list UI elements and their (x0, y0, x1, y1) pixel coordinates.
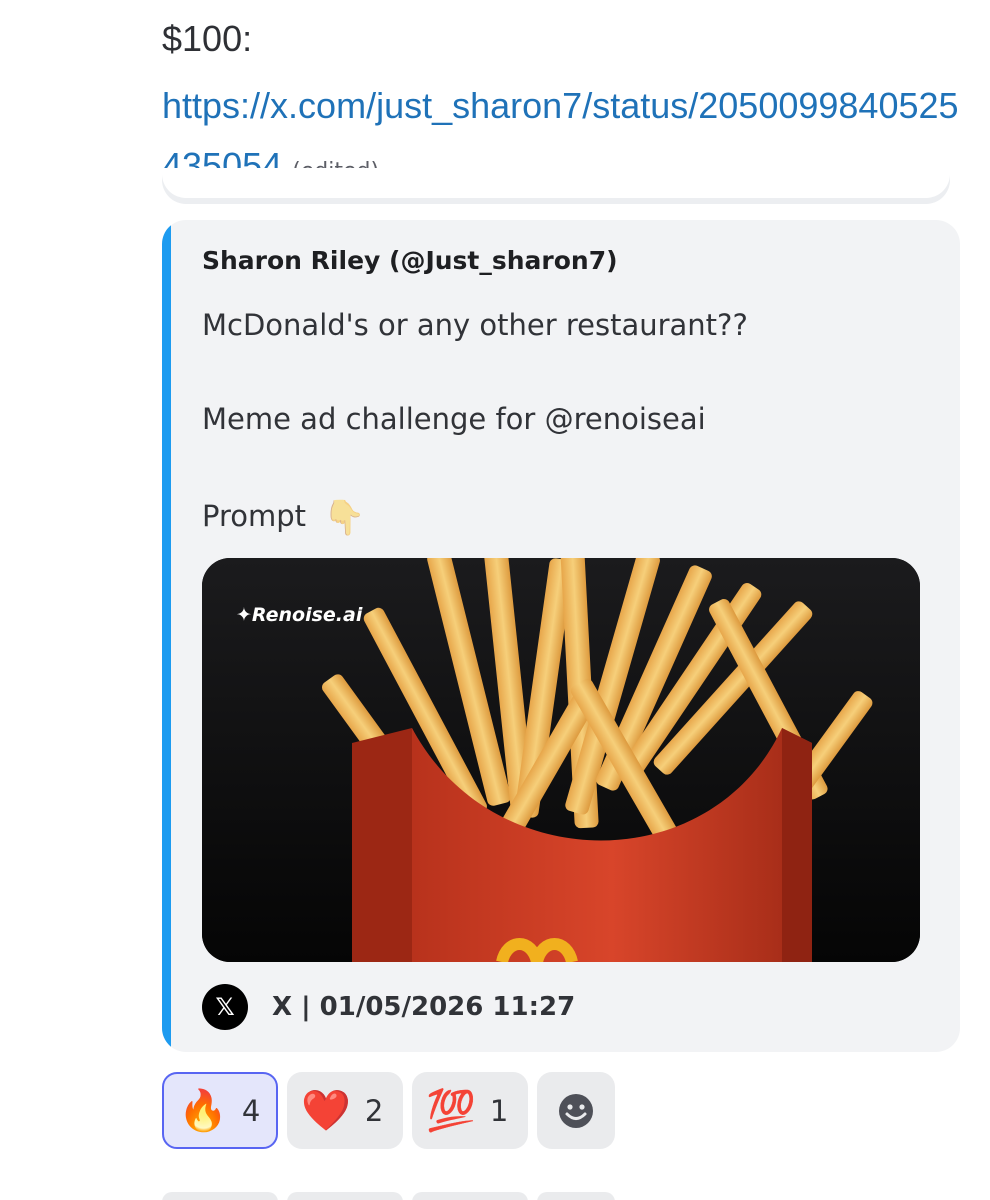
reaction-count: 2 (364, 1093, 384, 1128)
smiley-add-reaction-icon (559, 1093, 593, 1128)
link-embed: Sharon Riley (@Just_sharon7) McDonald's … (162, 220, 960, 1052)
renoise-watermark: ✦Renoise.ai (236, 604, 362, 626)
hundred-points-icon: 💯 (426, 1087, 476, 1134)
x-logo-icon: 𝕏 (202, 984, 248, 1030)
reaction-bar: 🔥 4 ❤️ 2 💯 1 (162, 1072, 615, 1149)
message-prefix: $100: (162, 18, 253, 59)
embed-author[interactable]: Sharon Riley (@Just_sharon7) (202, 246, 618, 275)
reaction-heart[interactable]: ❤️ 2 (287, 1072, 403, 1149)
embed-footer-text: X | 01/05/2026 11:27 (272, 992, 576, 1022)
embed-text-line-1: McDonald's or any other restaurant?? (202, 308, 748, 342)
fire-icon: 🔥 (178, 1087, 228, 1134)
reaction-fire[interactable]: 🔥 4 (162, 1072, 278, 1149)
embed-image[interactable]: ✦Renoise.ai (202, 558, 920, 962)
next-message-reactions-peek (162, 1192, 615, 1200)
embed-text-line-3: Prompt 👇 (202, 498, 366, 538)
embed-footer: 𝕏 X | 01/05/2026 11:27 (202, 984, 575, 1030)
reaction-hundred[interactable]: 💯 1 (412, 1072, 528, 1149)
reaction-count: 4 (241, 1093, 261, 1128)
renoise-watermark-text: Renoise.ai (251, 604, 363, 626)
renoise-logo-icon: ✦ (236, 604, 252, 626)
embed-text-line-2: Meme ad challenge for @renoiseai (202, 402, 706, 436)
prompt-label: Prompt (202, 499, 307, 533)
previous-embed-edge (162, 168, 950, 198)
heart-icon: ❤️ (301, 1087, 351, 1134)
embed-accent-bar (162, 220, 171, 1052)
pointing-down-icon: 👇 (323, 498, 366, 538)
reaction-count: 1 (489, 1093, 509, 1128)
add-reaction-button[interactable] (537, 1072, 615, 1149)
